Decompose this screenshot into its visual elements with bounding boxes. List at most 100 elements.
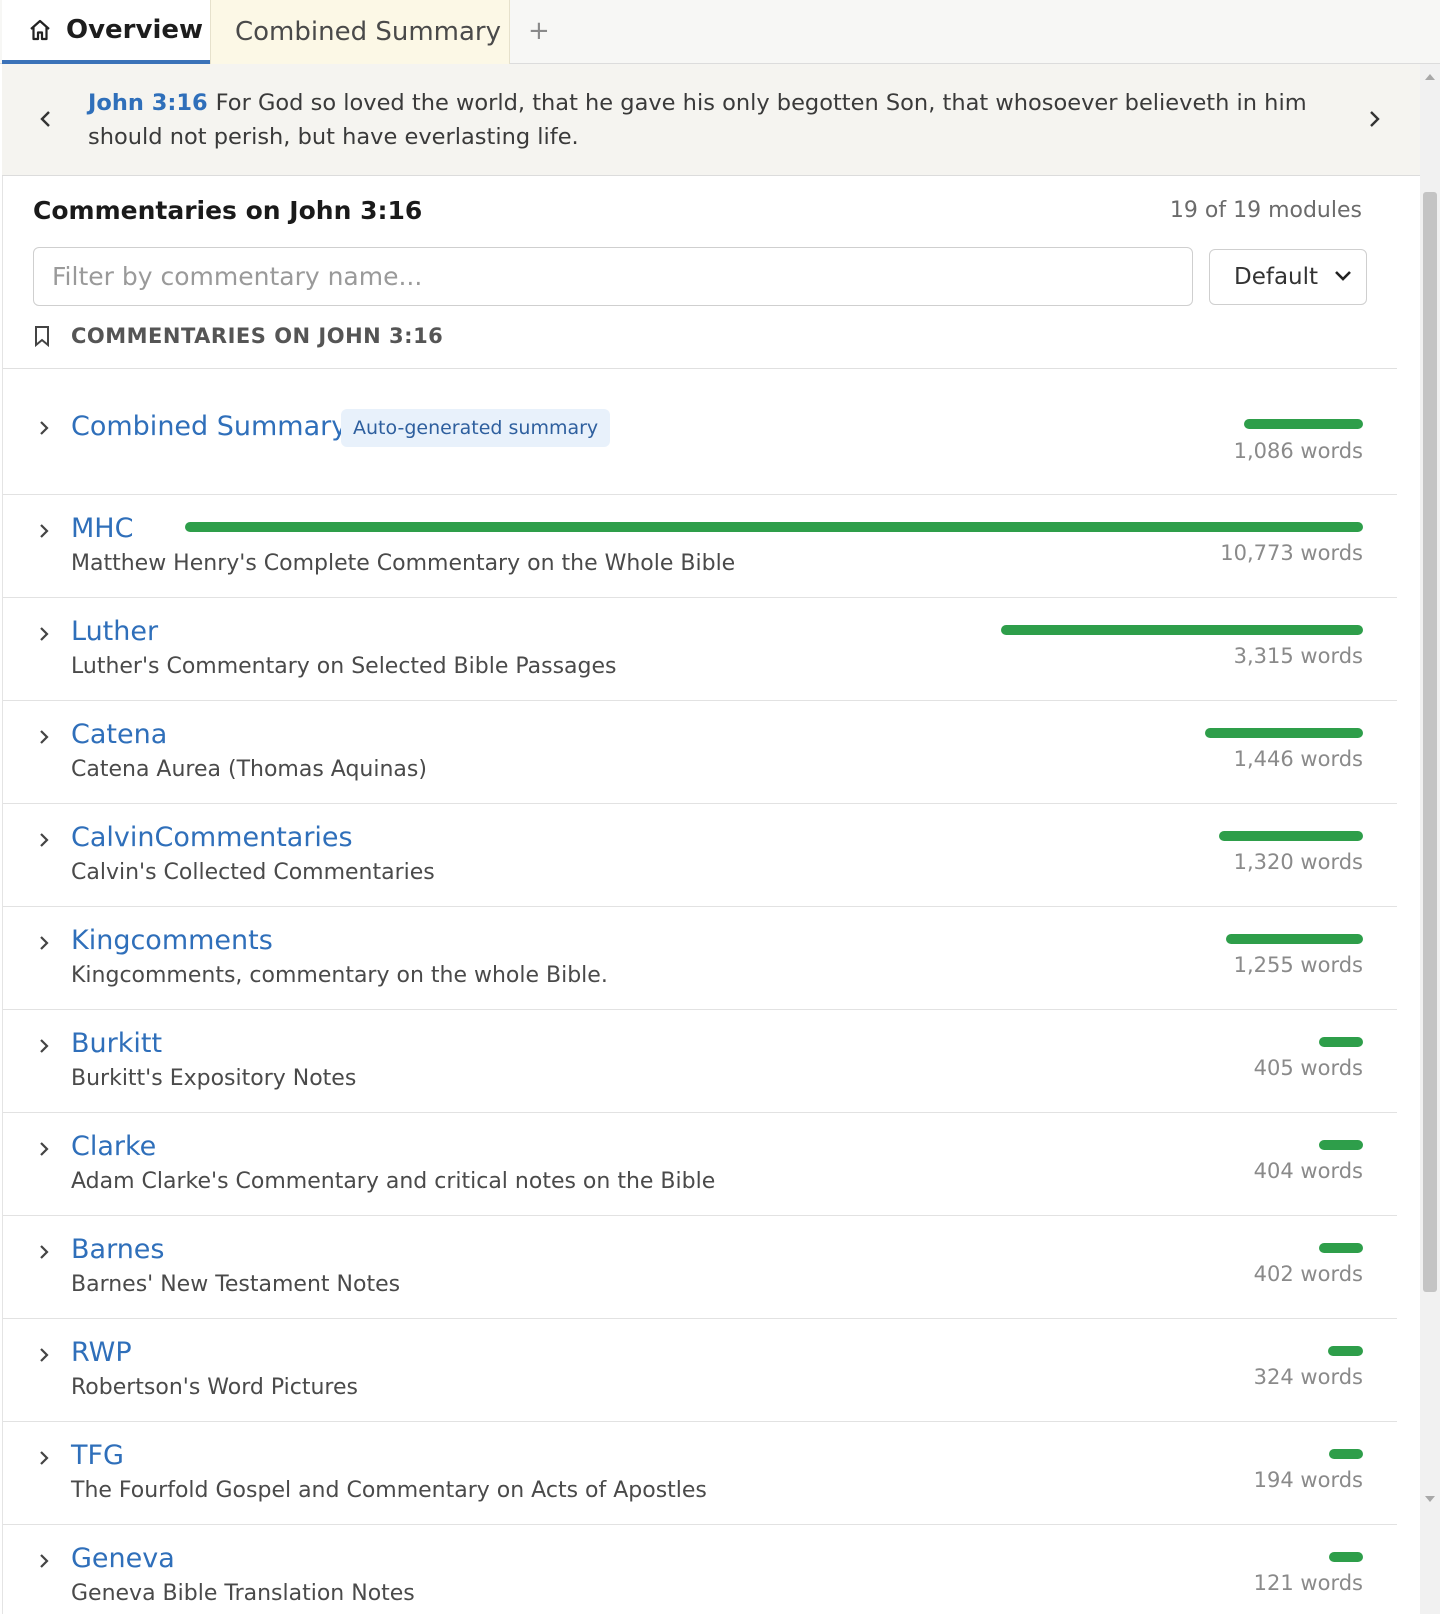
commentary-row[interactable]: Combined Summary Auto-generated summary 1,…: [3, 369, 1397, 495]
scrollbar[interactable]: [1420, 64, 1440, 1614]
previous-verse-button[interactable]: [36, 104, 56, 134]
commentary-description: Geneva Bible Translation Notes: [71, 1581, 415, 1606]
auto-summary-badge: Auto-generated summary: [341, 409, 611, 447]
scrollbar-thumb[interactable]: [1423, 192, 1437, 1292]
commentary-description: Luther's Commentary on Selected Bible Pa…: [71, 654, 617, 679]
next-verse-button[interactable]: [1364, 104, 1384, 134]
module-count: 19 of 19 modules: [1169, 198, 1362, 223]
commentary-name[interactable]: MHC: [71, 513, 133, 544]
word-count-bar: [1329, 1449, 1363, 1459]
chevron-right-icon[interactable]: [37, 829, 51, 851]
verse-text: John 3:16 For God so loved the world, tha…: [88, 86, 1338, 154]
chevron-right-icon[interactable]: [37, 1241, 51, 1263]
commentary-row[interactable]: TFG The Fourfold Gospel and Commentary on…: [3, 1422, 1397, 1525]
commentary-name[interactable]: TFG: [71, 1440, 124, 1471]
commentary-description: Barnes' New Testament Notes: [71, 1272, 401, 1297]
scroll-up-icon[interactable]: [1425, 74, 1435, 80]
word-count-label: 404 words: [1253, 1159, 1363, 1183]
sort-select-value: Default: [1234, 264, 1319, 290]
scroll-down-icon[interactable]: [1425, 1496, 1435, 1502]
word-count-bar: [1244, 419, 1363, 429]
word-count-label: 121 words: [1253, 1571, 1363, 1595]
verse-reference-link[interactable]: John 3:16: [88, 90, 208, 116]
chevron-right-icon[interactable]: [37, 726, 51, 748]
word-count-label: 324 words: [1253, 1365, 1363, 1389]
word-count-bar: [1219, 831, 1363, 841]
word-count-label: 402 words: [1253, 1262, 1363, 1286]
chevron-right-icon[interactable]: [37, 932, 51, 954]
commentary-name[interactable]: Burkitt: [71, 1028, 162, 1059]
chevron-right-icon[interactable]: [37, 1550, 51, 1572]
commentary-row[interactable]: Luther Luther's Commentary on Selected Bi…: [3, 598, 1397, 701]
commentary-list: Combined Summary Auto-generated summary 1,…: [3, 368, 1397, 1614]
chevron-right-icon[interactable]: [37, 1447, 51, 1469]
word-count-bar: [1226, 934, 1363, 944]
section-heading-label: COMMENTARIES ON JOHN 3:16: [71, 324, 444, 348]
word-count-label: 10,773 words: [1220, 541, 1363, 565]
word-count-bar: [185, 522, 1363, 532]
commentary-row[interactable]: RWP Robertson's Word Pictures 324 words: [3, 1319, 1397, 1422]
tab-combined-summary[interactable]: Combined Summary: [210, 0, 510, 64]
tab-overview[interactable]: Overview: [2, 0, 210, 64]
tab-overview-label: Overview: [66, 15, 204, 45]
chevron-right-icon[interactable]: [37, 1344, 51, 1366]
commentary-name[interactable]: CalvinCommentaries: [71, 822, 353, 853]
chevron-down-icon: [1335, 271, 1351, 281]
commentary-row[interactable]: Kingcomments Kingcomments, commentary on …: [3, 907, 1397, 1010]
verse-body: For God so loved the world, that he gave…: [88, 90, 1307, 150]
chevron-right-icon[interactable]: [37, 520, 51, 542]
commentary-row[interactable]: Catena Catena Aurea (Thomas Aquinas) 1,446…: [3, 701, 1397, 804]
home-icon: [30, 19, 50, 41]
word-count-bar: [1205, 728, 1363, 738]
commentary-description: Matthew Henry's Complete Commentary on t…: [71, 551, 736, 576]
word-count-label: 1,086 words: [1233, 439, 1363, 463]
commentary-row[interactable]: Barnes Barnes' New Testament Notes 402 wor…: [3, 1216, 1397, 1319]
commentary-name[interactable]: Barnes: [71, 1234, 165, 1265]
word-count-bar: [1319, 1140, 1363, 1150]
tab-combined-summary-label: Combined Summary: [235, 17, 502, 47]
word-count-label: 1,320 words: [1233, 850, 1363, 874]
sort-select[interactable]: Default: [1209, 249, 1367, 305]
filter-input[interactable]: [33, 247, 1193, 306]
commentary-description: The Fourfold Gospel and Commentary on Ac…: [71, 1478, 707, 1503]
chevron-right-icon[interactable]: [37, 1138, 51, 1160]
panel-title: Commentaries on John 3:16: [33, 196, 423, 225]
commentary-description: Catena Aurea (Thomas Aquinas): [71, 757, 427, 782]
commentary-row[interactable]: CalvinCommentaries Calvin's Collected Com…: [3, 804, 1397, 907]
commentary-description: Calvin's Collected Commentaries: [71, 860, 435, 885]
word-count-label: 1,255 words: [1233, 953, 1363, 977]
word-count-label: 3,315 words: [1233, 644, 1363, 668]
commentary-description: Burkitt's Expository Notes: [71, 1066, 357, 1091]
word-count-bar: [1319, 1243, 1363, 1253]
commentary-description: Adam Clarke's Commentary and critical no…: [71, 1169, 716, 1194]
word-count-bar: [1001, 625, 1363, 635]
word-count-label: 194 words: [1253, 1468, 1363, 1492]
chevron-right-icon[interactable]: [37, 623, 51, 645]
commentary-name[interactable]: Kingcomments: [71, 925, 273, 956]
commentary-name[interactable]: Combined Summary: [71, 411, 347, 442]
chevron-right-icon[interactable]: [37, 1035, 51, 1057]
commentary-description: Robertson's Word Pictures: [71, 1375, 358, 1400]
word-count-label: 405 words: [1253, 1056, 1363, 1080]
bookmark-icon: [35, 326, 49, 347]
word-count-bar: [1329, 1552, 1363, 1562]
commentary-name[interactable]: Catena: [71, 719, 167, 750]
commentary-name[interactable]: Clarke: [71, 1131, 156, 1162]
chevron-right-icon[interactable]: [37, 417, 51, 439]
section-heading: COMMENTARIES ON JOHN 3:16: [33, 324, 443, 348]
commentary-name[interactable]: Geneva: [71, 1543, 175, 1574]
commentaries-panel: Commentaries on John 3:16 19 of 19 modul…: [2, 176, 1397, 1614]
commentary-description: Kingcomments, commentary on the whole Bi…: [71, 963, 608, 988]
commentary-row[interactable]: Burkitt Burkitt's Expository Notes 405 wor…: [3, 1010, 1397, 1113]
commentary-row[interactable]: Geneva Geneva Bible Translation Notes 121 …: [3, 1525, 1397, 1614]
word-count-label: 1,446 words: [1233, 747, 1363, 771]
commentary-row[interactable]: MHC Matthew Henry's Complete Commentary o…: [3, 495, 1397, 598]
commentary-name[interactable]: RWP: [71, 1337, 132, 1368]
tab-bar: Overview Combined Summary +: [0, 0, 1440, 64]
verse-header: John 3:16 For God so loved the world, tha…: [2, 64, 1420, 176]
commentary-row[interactable]: Clarke Adam Clarke's Commentary and criti…: [3, 1113, 1397, 1216]
word-count-bar: [1319, 1037, 1363, 1047]
word-count-bar: [1328, 1346, 1363, 1356]
add-tab-button[interactable]: +: [528, 16, 550, 46]
commentary-name[interactable]: Luther: [71, 616, 158, 647]
